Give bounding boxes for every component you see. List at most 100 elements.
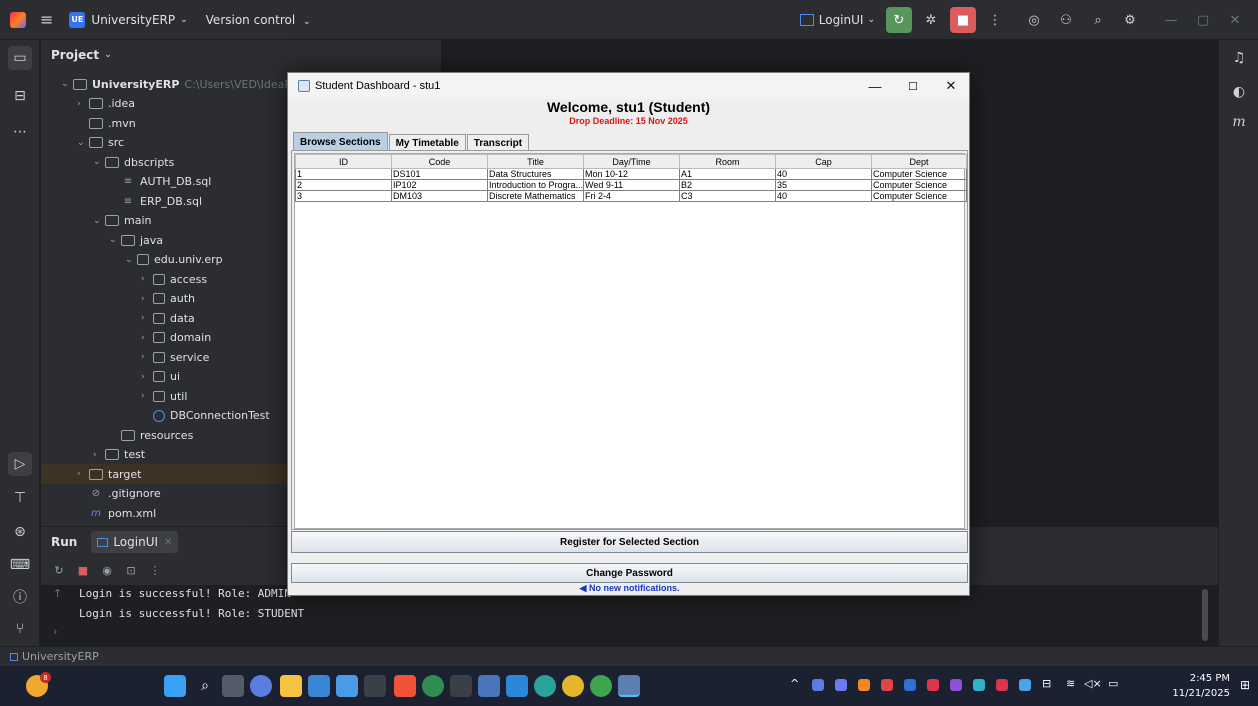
notifications-icon[interactable]: ♫	[1227, 46, 1251, 70]
tray-app-icon[interactable]	[881, 679, 893, 691]
rerun-icon[interactable]: ↻	[886, 7, 912, 33]
build-tool-icon[interactable]: ⊤	[8, 486, 32, 510]
chevron-right-icon[interactable]: ›	[141, 372, 153, 382]
tab-my-timetable[interactable]: My Timetable	[388, 134, 466, 151]
vscode-icon[interactable]	[506, 675, 528, 697]
table-row[interactable]: 2 IP102 Introduction to Progra... Wed 9-11 B…	[295, 179, 967, 191]
chrome-icon[interactable]	[562, 675, 584, 697]
terminal-tool-icon[interactable]: ⌨	[8, 553, 32, 577]
run-config-selector[interactable]: LoginUI ⌄	[799, 13, 875, 27]
column-header[interactable]: Cap	[775, 154, 872, 169]
structure-tool-icon[interactable]: ⊟	[8, 84, 32, 108]
terminal-icon[interactable]	[364, 675, 386, 697]
git-tool-icon[interactable]: ⑂	[8, 617, 32, 641]
chevron-down-icon[interactable]: ⌄	[61, 79, 73, 89]
chevron-right-icon[interactable]: ›	[77, 99, 89, 109]
tray-app-icon[interactable]	[950, 679, 962, 691]
project-panel-header[interactable]: Project ⌄	[41, 40, 441, 70]
start-menu-icon[interactable]	[164, 675, 186, 697]
column-header[interactable]: Code	[391, 154, 488, 169]
tray-app-icon[interactable]	[927, 679, 939, 691]
more-actions-icon[interactable]: ⋮	[982, 7, 1008, 33]
change-password-button[interactable]: Change Password	[291, 563, 968, 583]
status-project[interactable]: UniversityERP	[22, 650, 99, 663]
tray-app-icon[interactable]	[812, 679, 824, 691]
minimize-icon[interactable]: —	[1158, 7, 1184, 33]
tab-transcript[interactable]: Transcript	[466, 134, 530, 151]
tray-app-icon[interactable]	[996, 679, 1008, 691]
search-icon[interactable]: ⌕	[1085, 7, 1111, 33]
keyboard-icon[interactable]: ⊟	[1042, 677, 1051, 690]
task-view-icon[interactable]	[222, 675, 244, 697]
chrome-profile-icon[interactable]	[590, 675, 612, 697]
minimize-icon[interactable]: —	[855, 73, 895, 99]
problems-tool-icon[interactable]: ⓘ	[8, 585, 32, 609]
close-icon[interactable]: ✕	[931, 73, 971, 99]
tray-overflow-icon[interactable]: ^	[790, 677, 799, 690]
weather-widget-icon[interactable]: 8	[26, 672, 51, 697]
project-tool-icon[interactable]: ▭	[8, 46, 32, 70]
more-actions-icon[interactable]: ⋮	[147, 564, 163, 577]
export-icon[interactable]: ⊡	[123, 564, 139, 577]
maven-tool-icon[interactable]: m	[1227, 110, 1251, 134]
restore-icon[interactable]: ▢	[1190, 7, 1216, 33]
search-icon[interactable]: ⌕	[194, 675, 216, 697]
camera-icon[interactable]: ◉	[99, 564, 115, 577]
debug-icon[interactable]: ✲	[918, 7, 944, 33]
maximize-icon[interactable]: ☐	[893, 73, 933, 99]
rerun-icon[interactable]: ↻	[51, 564, 67, 577]
table-row[interactable]: 1 DS101 Data Structures Mon 10-12 A1 40 Comput…	[295, 168, 967, 180]
wifi-icon[interactable]: ≋	[1066, 677, 1075, 690]
edge-icon[interactable]	[534, 675, 556, 697]
close-icon[interactable]: ✕	[164, 537, 172, 548]
chevron-right-icon[interactable]: ›	[141, 352, 153, 362]
column-header[interactable]: Title	[487, 154, 584, 169]
chevron-right-icon[interactable]: ›	[141, 333, 153, 343]
services-tool-icon[interactable]: ⊛	[8, 520, 32, 544]
chevron-right-icon[interactable]: ›	[141, 313, 153, 323]
add-user-icon[interactable]: ⚇	[1053, 7, 1079, 33]
stop-icon[interactable]: ■	[950, 7, 976, 33]
tray-app-icon[interactable]	[904, 679, 916, 691]
run-tool-icon[interactable]: ▷	[8, 452, 32, 476]
copilot-icon[interactable]	[250, 675, 272, 697]
tray-app-icon[interactable]	[973, 679, 985, 691]
tab-browse-sections[interactable]: Browse Sections	[293, 132, 388, 151]
hamburger-menu-icon[interactable]: ≡	[40, 10, 53, 29]
file-explorer-icon[interactable]	[280, 675, 302, 697]
teams-icon[interactable]	[336, 675, 358, 697]
register-section-button[interactable]: Register for Selected Section	[291, 531, 968, 553]
snipping-tool-icon[interactable]	[478, 675, 500, 697]
media-player-icon[interactable]	[422, 675, 444, 697]
ai-chat-icon[interactable]: ◐	[1227, 80, 1251, 104]
chevron-right-icon[interactable]: ›	[141, 391, 153, 401]
scroll-up-icon[interactable]: ↑	[53, 587, 62, 600]
chevron-right-icon[interactable]: ›	[141, 274, 153, 284]
chevron-down-icon[interactable]: ⌄	[93, 157, 105, 167]
chevron-down-icon[interactable]: ⌄	[77, 138, 89, 148]
stop-icon[interactable]: ■	[75, 564, 91, 577]
chevron-right-icon[interactable]: ›	[77, 469, 89, 479]
intellij-icon[interactable]	[450, 675, 472, 697]
more-tools-icon[interactable]: ⋯	[8, 120, 32, 144]
settings-icon[interactable]: ⚙	[1117, 7, 1143, 33]
version-control-menu[interactable]: Version control ⌄	[206, 13, 311, 27]
column-header[interactable]: Dept	[871, 154, 967, 169]
table-row[interactable]: 3 DM103 Discrete Mathematics Fri 2-4 C3 40 Com…	[295, 190, 967, 202]
system-clock[interactable]: 2:45 PM 11/21/2025	[1172, 671, 1230, 701]
chevron-down-icon[interactable]: ⌄	[93, 216, 105, 226]
close-icon[interactable]: ✕	[1222, 7, 1248, 33]
chevron-down-icon[interactable]: ⌄	[109, 235, 121, 245]
chevron-right-icon[interactable]: ›	[93, 450, 105, 460]
run-tab-loginui[interactable]: LoginUI ✕	[91, 531, 179, 553]
chevron-right-icon[interactable]: ›	[141, 294, 153, 304]
volume-muted-icon[interactable]: ◁×	[1084, 677, 1102, 690]
column-header[interactable]: Room	[679, 154, 776, 169]
sections-table-scrollpane[interactable]: ID Code Title Day/Time Room Cap Dept 1 DS101 Dat…	[294, 153, 967, 529]
store-icon[interactable]	[308, 675, 330, 697]
java-app-icon[interactable]	[618, 675, 640, 697]
tray-app-icon[interactable]	[835, 679, 847, 691]
tray-app-icon[interactable]	[858, 679, 870, 691]
brave-browser-icon[interactable]	[394, 675, 416, 697]
intellij-logo-icon[interactable]	[10, 11, 26, 28]
